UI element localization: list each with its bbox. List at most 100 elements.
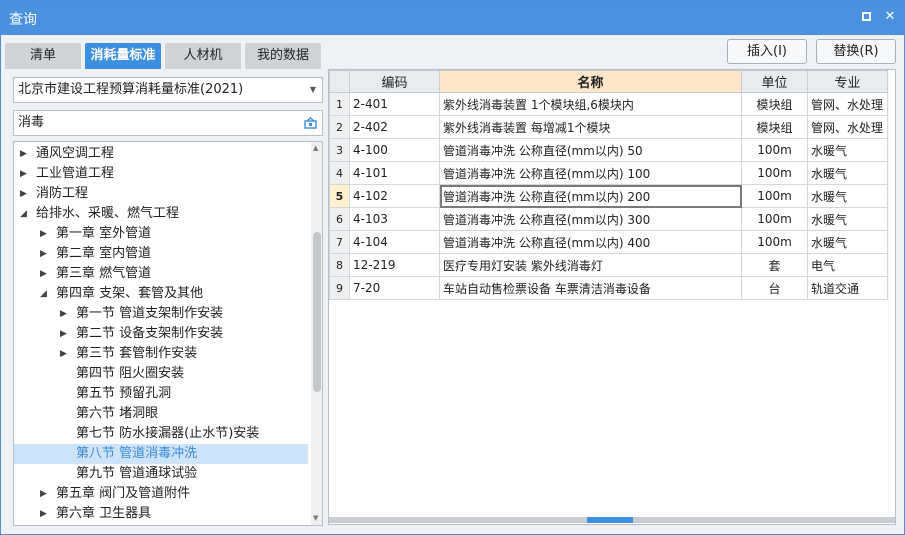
specialty-cell[interactable]: 水暖气 xyxy=(807,161,888,185)
tree-item[interactable]: ▶ 第三节 套管制作安装 xyxy=(14,344,308,364)
chevron-down-icon[interactable]: ▼ xyxy=(310,78,316,102)
name-cell[interactable]: 管道消毒冲洗 公称直径(mm以内) 200 xyxy=(439,184,742,208)
tree-item[interactable]: ▶ 通风空调工程 xyxy=(14,144,308,164)
splitter-handle[interactable] xyxy=(587,517,633,523)
table-row[interactable]: 2 2-402 紫外线消毒装置 每增减1个模块 模块组 管网、水处理 xyxy=(329,115,888,139)
category-tree[interactable]: ▲ ▼ ▶ 通风空调工程 ▶ 工业管道工程 ▶ 消防工程 ◢ 给排水、采暖、燃气工程 ▶ 第一章 … xyxy=(13,141,323,526)
tree-scrollbar-thumb[interactable] xyxy=(313,232,321,392)
code-cell[interactable]: 4-100 xyxy=(349,138,440,162)
expand-caret-icon[interactable]: ▶ xyxy=(60,324,70,344)
code-cell[interactable]: 2-402 xyxy=(349,115,440,139)
name-cell[interactable]: 紫外线消毒装置 1个模块组,6模块内 xyxy=(439,92,742,116)
name-cell[interactable]: 管道消毒冲洗 公称直径(mm以内) 50 xyxy=(439,138,742,162)
tab-consumption-standard[interactable]: 消耗量标准 xyxy=(85,43,161,69)
unit-cell[interactable]: 模块组 xyxy=(741,92,808,116)
code-header[interactable]: 编码 xyxy=(349,70,440,93)
expand-caret-icon[interactable]: ▶ xyxy=(20,144,30,164)
unit-cell[interactable]: 100m xyxy=(741,184,808,208)
tree-item[interactable]: ▶ 第一章 室外管道 xyxy=(14,224,308,244)
tree-item[interactable]: 第九节 管道通球试验 xyxy=(14,464,308,484)
close-icon[interactable]: ✕ xyxy=(881,8,899,26)
code-cell[interactable]: 4-101 xyxy=(349,161,440,185)
name-cell[interactable]: 管道消毒冲洗 公称直径(mm以内) 100 xyxy=(439,161,742,185)
scroll-up-icon[interactable]: ▲ xyxy=(313,144,318,152)
unit-cell[interactable]: 100m xyxy=(741,207,808,231)
row-number[interactable]: 1 xyxy=(329,92,350,116)
row-number[interactable]: 5 xyxy=(329,184,350,208)
tree-item[interactable]: 第四节 阻火圈安装 xyxy=(14,364,308,384)
tab-labor-material-machine[interactable]: 人材机 xyxy=(165,43,241,69)
title-bar[interactable]: 查询 ✕ xyxy=(1,1,904,35)
row-number[interactable]: 2 xyxy=(329,115,350,139)
specialty-header[interactable]: 专业 xyxy=(807,70,888,93)
row-number[interactable]: 3 xyxy=(329,138,350,162)
expand-caret-icon[interactable]: ▶ xyxy=(60,304,70,324)
tree-item[interactable]: ▶ 第二节 设备支架制作安装 xyxy=(14,324,308,344)
tree-item[interactable]: 第七节 防水接漏器(止水节)安装 xyxy=(14,424,308,444)
table-row[interactable]: 4 4-101 管道消毒冲洗 公称直径(mm以内) 100 100m 水暖气 xyxy=(329,161,888,185)
expand-caret-icon[interactable]: ▶ xyxy=(40,264,50,284)
table-row[interactable]: 7 4-104 管道消毒冲洗 公称直径(mm以内) 400 100m 水暖气 xyxy=(329,230,888,254)
row-number[interactable]: 4 xyxy=(329,161,350,185)
table-row[interactable]: 9 7-20 车站自动售检票设备 车票清洁消毒设备台轨道交通 xyxy=(329,276,888,300)
table-row[interactable]: 1 2-401 紫外线消毒装置 1个模块组,6模块内 模块组 管网、水处理 xyxy=(329,92,888,116)
code-cell[interactable]: 4-103 xyxy=(349,207,440,231)
unit-cell[interactable]: 100m xyxy=(741,230,808,254)
row-number[interactable]: 7 xyxy=(329,230,350,254)
tree-item[interactable]: ▶ 第一节 管道支架制作安装 xyxy=(14,304,308,324)
unit-cell[interactable]: 100m xyxy=(741,138,808,162)
table-row[interactable]: 8 12-219 医疗专用灯安装 紫外线消毒灯套电气 xyxy=(329,253,888,277)
tree-item[interactable]: ▶ 第二章 室内管道 xyxy=(14,244,308,264)
specialty-cell[interactable]: 电气 xyxy=(807,253,888,277)
tree-item[interactable]: ▶ 第三章 燃气管道 xyxy=(14,264,308,284)
code-cell[interactable]: 2-401 xyxy=(349,92,440,116)
expand-caret-icon[interactable]: ▶ xyxy=(40,484,50,504)
specialty-cell[interactable]: 管网、水处理 xyxy=(807,115,888,139)
standard-select[interactable]: 北京市建设工程预算消耗量标准(2021) ▼ xyxy=(13,77,323,103)
specialty-cell[interactable]: 水暖气 xyxy=(807,138,888,162)
tree-item[interactable]: ▶ 工业管道工程 xyxy=(14,164,308,184)
maximize-icon[interactable] xyxy=(857,8,875,26)
specialty-cell[interactable]: 管网、水处理 xyxy=(807,92,888,116)
specialty-cell[interactable]: 水暖气 xyxy=(807,184,888,208)
specialty-cell[interactable]: 水暖气 xyxy=(807,230,888,254)
name-cell[interactable]: 管道消毒冲洗 公称直径(mm以内) 300 xyxy=(439,207,742,231)
expand-caret-icon[interactable]: ▶ xyxy=(40,244,50,264)
row-number[interactable]: 9 xyxy=(329,276,350,300)
name-cell[interactable]: 车站自动售检票设备 车票清洁消毒设备 xyxy=(439,276,742,300)
expand-caret-icon[interactable]: ▶ xyxy=(20,184,30,204)
tree-item[interactable]: ◢ 给排水、采暖、燃气工程 xyxy=(14,204,308,224)
insert-button[interactable]: 插入(I) xyxy=(727,39,807,64)
tree-item[interactable]: 第六节 堵洞眼 xyxy=(14,404,308,424)
unit-cell[interactable]: 台 xyxy=(741,276,808,300)
name-header[interactable]: 名称 xyxy=(439,70,742,93)
expand-caret-icon[interactable]: ▶ xyxy=(40,504,50,524)
tree-item[interactable]: 第八节 管道消毒冲洗 xyxy=(14,444,308,464)
code-cell[interactable]: 12-219 xyxy=(349,253,440,277)
expand-caret-icon[interactable]: ▶ xyxy=(20,164,30,184)
table-row[interactable]: 6 4-103 管道消毒冲洗 公称直径(mm以内) 300 100m 水暖气 xyxy=(329,207,888,231)
code-cell[interactable]: 7-20 xyxy=(349,276,440,300)
tab-bill[interactable]: 清单 xyxy=(5,43,81,69)
search-history-icon[interactable] xyxy=(304,117,317,129)
unit-cell[interactable]: 套 xyxy=(741,253,808,277)
tree-item[interactable]: 第五节 预留孔洞 xyxy=(14,384,308,404)
collapse-caret-icon[interactable]: ◢ xyxy=(40,284,50,304)
replace-button[interactable]: 替换(R) xyxy=(816,39,896,64)
specialty-cell[interactable]: 轨道交通 xyxy=(807,276,888,300)
grid-splitter[interactable] xyxy=(329,517,895,523)
tree-scrollbar[interactable]: ▲ ▼ xyxy=(311,142,322,525)
tree-item[interactable]: ◢ 第四章 支架、套管及其他 xyxy=(14,284,308,304)
unit-cell[interactable]: 100m xyxy=(741,161,808,185)
expand-caret-icon[interactable]: ▶ xyxy=(60,344,70,364)
unit-header[interactable]: 单位 xyxy=(741,70,808,93)
code-cell[interactable]: 4-102 xyxy=(349,184,440,208)
table-row[interactable]: 3 4-100 管道消毒冲洗 公称直径(mm以内) 50 100m 水暖气 xyxy=(329,138,888,162)
unit-cell[interactable]: 模块组 xyxy=(741,115,808,139)
collapse-caret-icon[interactable]: ◢ xyxy=(20,204,30,224)
row-number[interactable]: 8 xyxy=(329,253,350,277)
tree-item[interactable]: ▶ 消防工程 xyxy=(14,184,308,204)
tree-item[interactable]: ▶ 第六章 卫生器具 xyxy=(14,504,308,524)
code-cell[interactable]: 4-104 xyxy=(349,230,440,254)
expand-caret-icon[interactable]: ▶ xyxy=(40,224,50,244)
